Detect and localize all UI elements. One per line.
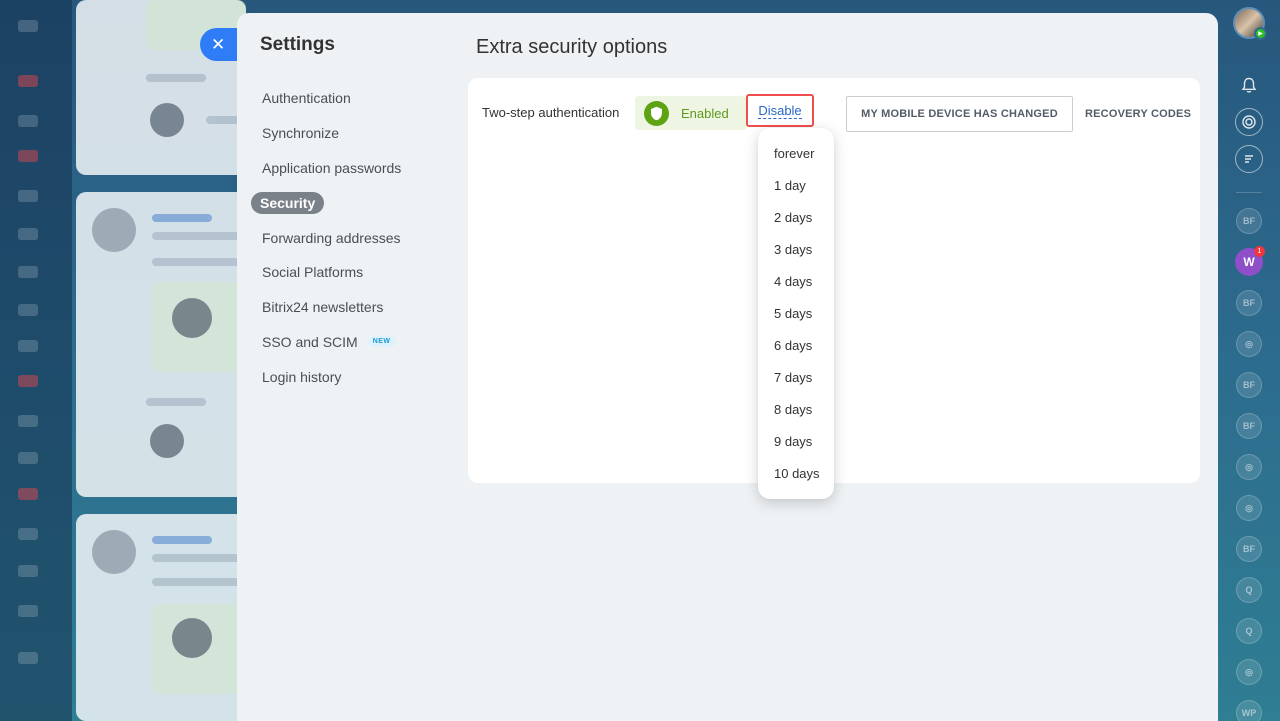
background-left-menu: [0, 0, 72, 721]
disable-duration-menu: forever 1 day 2 days 3 days 4 days 5 day…: [758, 128, 834, 499]
recent-chat-avatar[interactable]: Q: [1236, 618, 1262, 644]
unread-counter: 1: [1254, 246, 1265, 257]
menu-item-9-days[interactable]: 9 days: [758, 426, 834, 458]
channel-icon[interactable]: ◎: [1236, 331, 1262, 357]
background-feed-card: [76, 192, 246, 497]
nav-item-sso-and-scim[interactable]: SSO and SCIM NEW: [251, 325, 401, 360]
two-step-label: Two-step authentication: [482, 105, 620, 120]
disable-highlight: Disable: [746, 94, 814, 127]
recent-chat-avatar[interactable]: WP: [1236, 700, 1262, 721]
nav-item-security[interactable]: Security: [251, 185, 401, 220]
recent-chat-avatar[interactable]: BF: [1236, 536, 1262, 562]
recent-chat-avatar[interactable]: BF: [1236, 208, 1262, 234]
menu-item-4-days[interactable]: 4 days: [758, 265, 834, 297]
status-text: Enabled: [681, 105, 729, 121]
page-title: Settings: [260, 34, 335, 55]
background-feed-card: [76, 514, 246, 721]
recent-chat-avatar[interactable]: BF: [1236, 413, 1262, 439]
section-title: Extra security options: [476, 36, 668, 58]
nav-item-social-platforms[interactable]: Social Platforms: [251, 255, 401, 290]
disable-link[interactable]: Disable: [758, 103, 802, 119]
recent-chat-avatar[interactable]: BF: [1236, 372, 1262, 398]
menu-item-forever[interactable]: forever: [758, 137, 834, 169]
nav-item-login-history[interactable]: Login history: [251, 359, 401, 394]
nav-item-bitrix24-newsletters[interactable]: Bitrix24 newsletters: [251, 290, 401, 325]
menu-item-6-days[interactable]: 6 days: [758, 330, 834, 362]
recent-chat-avatar[interactable]: BF: [1236, 290, 1262, 316]
close-icon: ✕: [211, 34, 226, 55]
play-icon: ▶: [1254, 27, 1267, 40]
mobile-device-changed-button[interactable]: MY MOBILE DEVICE HAS CHANGED: [846, 96, 1073, 132]
recent-chat-avatar[interactable]: Q: [1236, 577, 1262, 603]
settings-nav: Authentication Synchronize Application p…: [251, 81, 401, 394]
new-badge: NEW: [367, 336, 396, 348]
menu-item-8-days[interactable]: 8 days: [758, 394, 834, 426]
menu-item-5-days[interactable]: 5 days: [758, 297, 834, 329]
menu-item-7-days[interactable]: 7 days: [758, 362, 834, 394]
nav-item-synchronize[interactable]: Synchronize: [251, 116, 401, 151]
channel-icon[interactable]: ◎: [1236, 495, 1262, 521]
menu-item-2-days[interactable]: 2 days: [758, 201, 834, 233]
notifications-bell-icon[interactable]: [1235, 71, 1263, 99]
shield-icon: [644, 100, 669, 126]
menu-item-3-days[interactable]: 3 days: [758, 233, 834, 265]
divider: [1236, 192, 1262, 193]
settings-panel: Settings Authentication Synchronize Appl…: [237, 13, 1218, 721]
channel-icon[interactable]: ◎: [1236, 659, 1262, 685]
nav-item-forwarding-addresses[interactable]: Forwarding addresses: [251, 220, 401, 255]
nav-item-application-passwords[interactable]: Application passwords: [251, 151, 401, 186]
menu-item-10-days[interactable]: 10 days: [758, 458, 834, 490]
menu-item-1-day[interactable]: 1 day: [758, 169, 834, 201]
nav-item-authentication[interactable]: Authentication: [251, 81, 401, 116]
copilot-icon[interactable]: [1235, 108, 1263, 136]
background-feed-card: [76, 0, 246, 175]
close-settings-button[interactable]: ✕: [200, 28, 240, 61]
channel-icon[interactable]: ◎: [1236, 454, 1262, 480]
status-badge: Enabled: [635, 96, 747, 130]
recovery-codes-button[interactable]: RECOVERY CODES: [1085, 96, 1191, 132]
chat-search-icon[interactable]: [1235, 145, 1263, 173]
security-card: Two-step authentication Enabled Disable …: [468, 78, 1200, 483]
